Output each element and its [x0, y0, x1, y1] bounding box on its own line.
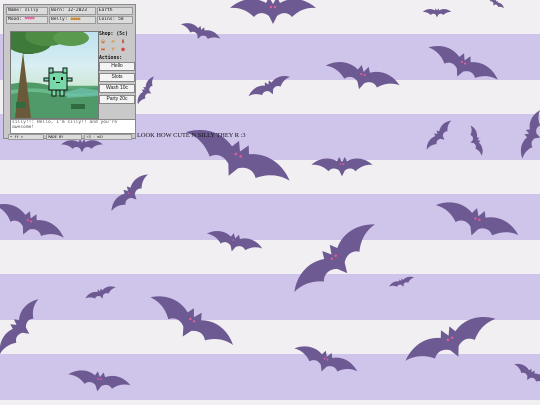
- bat-icon: [417, 31, 506, 101]
- bat-icon: [310, 152, 374, 182]
- belly-meter: Belly: ●●●●: [48, 16, 96, 24]
- bat-icon: [506, 354, 540, 397]
- wash-button[interactable]: Wash 10c: [99, 84, 135, 93]
- bat-icon: [228, 0, 318, 28]
- pet-widget: Name: silly Born: 12-2023 Earth Mood: ♥♥…: [3, 4, 136, 140]
- stats-panel: Name: silly Born: 12-2023 Earth Mood: ♥♥…: [6, 7, 133, 25]
- bat-icon: [419, 114, 460, 157]
- candy-icon[interactable]: ▬: [99, 46, 107, 53]
- shop-title: Shop: (5c): [99, 32, 128, 37]
- widget-footer: • ff > MADE BY <3 · m3!: [8, 134, 132, 140]
- pet-born-date: Born: 12-2023: [48, 7, 96, 15]
- hello-button[interactable]: Hello: [99, 62, 135, 71]
- bat-icon: [393, 297, 510, 390]
- drink-icon[interactable]: ▮: [119, 38, 127, 45]
- pet-scene-art: [11, 32, 98, 118]
- party-button[interactable]: Party 20c: [99, 95, 135, 104]
- footer-right[interactable]: <3 · m3!: [84, 134, 132, 140]
- bat-icon: [102, 165, 160, 223]
- pet-location: Earth: [96, 7, 133, 15]
- mood-meter: Mood: ♥♥♥♥: [6, 16, 48, 24]
- shop-grid: ◒ ▰ ▮ ▬ ▼ ●: [99, 38, 134, 53]
- bat-icon: [64, 361, 135, 404]
- bat-icon: [201, 221, 267, 266]
- bat-icon: [274, 200, 401, 321]
- coin-count: Coins: 58: [96, 16, 133, 24]
- bat-icon: [168, 106, 304, 215]
- actions-title: Actions:: [99, 56, 123, 61]
- potion-icon[interactable]: ●: [119, 46, 127, 53]
- bat-icon: [0, 288, 57, 368]
- burger-icon[interactable]: ◒: [99, 38, 107, 45]
- footer-credit: MADE BY: [46, 134, 83, 140]
- bat-icon: [508, 104, 540, 166]
- side-panel: Shop: (5c) ◒ ▰ ▮ ▬ ▼ ● Actions: Hello Sl…: [99, 31, 135, 106]
- bat-icon: [133, 275, 248, 373]
- bat-icon: [461, 122, 490, 160]
- icecream-icon[interactable]: ▼: [109, 46, 117, 53]
- bat-icon: [318, 48, 406, 107]
- caption-text: LOOK HOW CUTE N SILLY THEY R :3: [137, 132, 246, 139]
- mood-label: Mood:: [8, 17, 22, 22]
- footer-left[interactable]: • ff >: [8, 134, 45, 140]
- bat-icon: [82, 281, 119, 308]
- bat-icon: [286, 333, 364, 391]
- food-icon: ●●●●: [70, 17, 81, 22]
- bat-icon: [386, 272, 417, 295]
- bat-icon: [176, 15, 225, 51]
- bat-icon: [243, 67, 297, 109]
- bat-icon: [482, 0, 508, 15]
- bat-icon: [422, 6, 452, 20]
- bat-icon: [0, 187, 74, 261]
- heart-icon: ♥♥♥♥: [24, 17, 35, 22]
- cake-icon[interactable]: ▰: [109, 38, 117, 45]
- pet-scene: [10, 31, 99, 119]
- pet-name: Name: silly: [6, 7, 48, 15]
- belly-label: Belly:: [50, 17, 68, 22]
- chat-box: silly!!: Hello, I'm silly!! and you're a…: [10, 119, 136, 134]
- bat-icon: [425, 186, 527, 261]
- slots-button[interactable]: Slots: [99, 73, 135, 82]
